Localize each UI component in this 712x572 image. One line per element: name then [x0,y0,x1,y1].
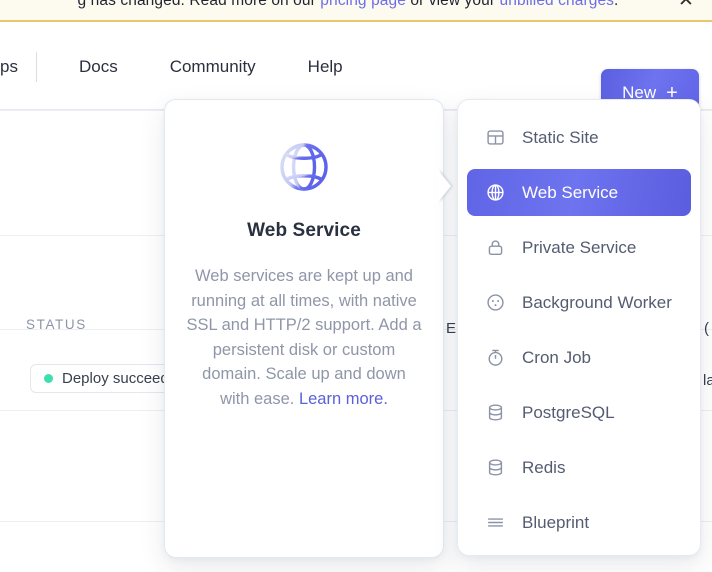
menu-item-web-service[interactable]: Web Service [467,169,691,216]
static-site-icon [485,128,505,148]
top-navigation-bar: ps Docs Community Help New + [0,24,712,110]
nav-item-apps[interactable]: ps [0,57,36,77]
globe-icon [277,140,331,194]
nav-item-help[interactable]: Help [282,57,369,77]
menu-item-label: Background Worker [522,293,672,313]
banner-text-part1: g has changed. Read more on our [78,0,321,9]
menu-item-label: Static Site [522,128,599,148]
background-worker-icon [485,293,505,313]
menu-item-cron-job[interactable]: Cron Job [467,334,691,381]
lines-icon [485,513,505,533]
menu-item-label: Cron Job [522,348,591,368]
menu-item-label: Private Service [522,238,636,258]
menu-item-label: Blueprint [522,513,589,533]
card-description: Web services are kept up and running at … [186,264,422,411]
pricing-page-link[interactable]: pricing page [320,0,406,9]
status-dot [44,374,53,383]
menu-item-label: PostgreSQL [522,403,615,423]
clipped-background-text-right: ( [704,320,709,337]
banner-text-part3: . [614,0,618,9]
menu-item-label: Web Service [522,183,618,203]
service-preview-card: Web Service Web services are kept up and… [164,99,444,558]
nav-item-community[interactable]: Community [144,57,282,77]
unbilled-charges-link[interactable]: unbilled charges [500,0,614,9]
menu-item-postgresql[interactable]: PostgreSQL [467,389,691,436]
card-pointer-caret [438,170,451,202]
notification-banner: g has changed. Read more on our pricing … [0,0,712,22]
menu-item-redis[interactable]: Redis [467,444,691,491]
banner-message: g has changed. Read more on our pricing … [78,0,619,10]
menu-item-background-worker[interactable]: Background Worker [467,279,691,326]
database-icon [485,458,505,478]
menu-item-label: Redis [522,458,565,478]
lock-icon [485,238,505,258]
new-service-menu: Static Site Web Service Private Serv [457,99,701,556]
app-root: STATUS Deploy succeeded E ( la ps Docs C… [0,0,712,572]
menu-item-blueprint[interactable]: Blueprint [467,499,691,546]
nav-links-group: ps Docs Community Help [0,24,369,110]
nav-divider [36,52,37,82]
database-icon [485,403,505,423]
stopwatch-icon [485,348,505,368]
menu-item-private-service[interactable]: Private Service [467,224,691,271]
table-column-header-status: STATUS [26,317,87,332]
clipped-background-text-right-2: la [703,372,712,389]
banner-text-part2: or view your [406,0,500,9]
nav-item-docs[interactable]: Docs [53,57,144,77]
menu-item-static-site[interactable]: Static Site [467,114,691,161]
clipped-background-text-left: E [446,320,456,337]
card-description-text: Web services are kept up and running at … [186,267,421,408]
learn-more-link[interactable]: Learn more. [299,390,388,408]
close-icon[interactable]: ✕ [676,0,696,11]
card-title: Web Service [247,220,361,242]
globe-icon [485,183,505,203]
